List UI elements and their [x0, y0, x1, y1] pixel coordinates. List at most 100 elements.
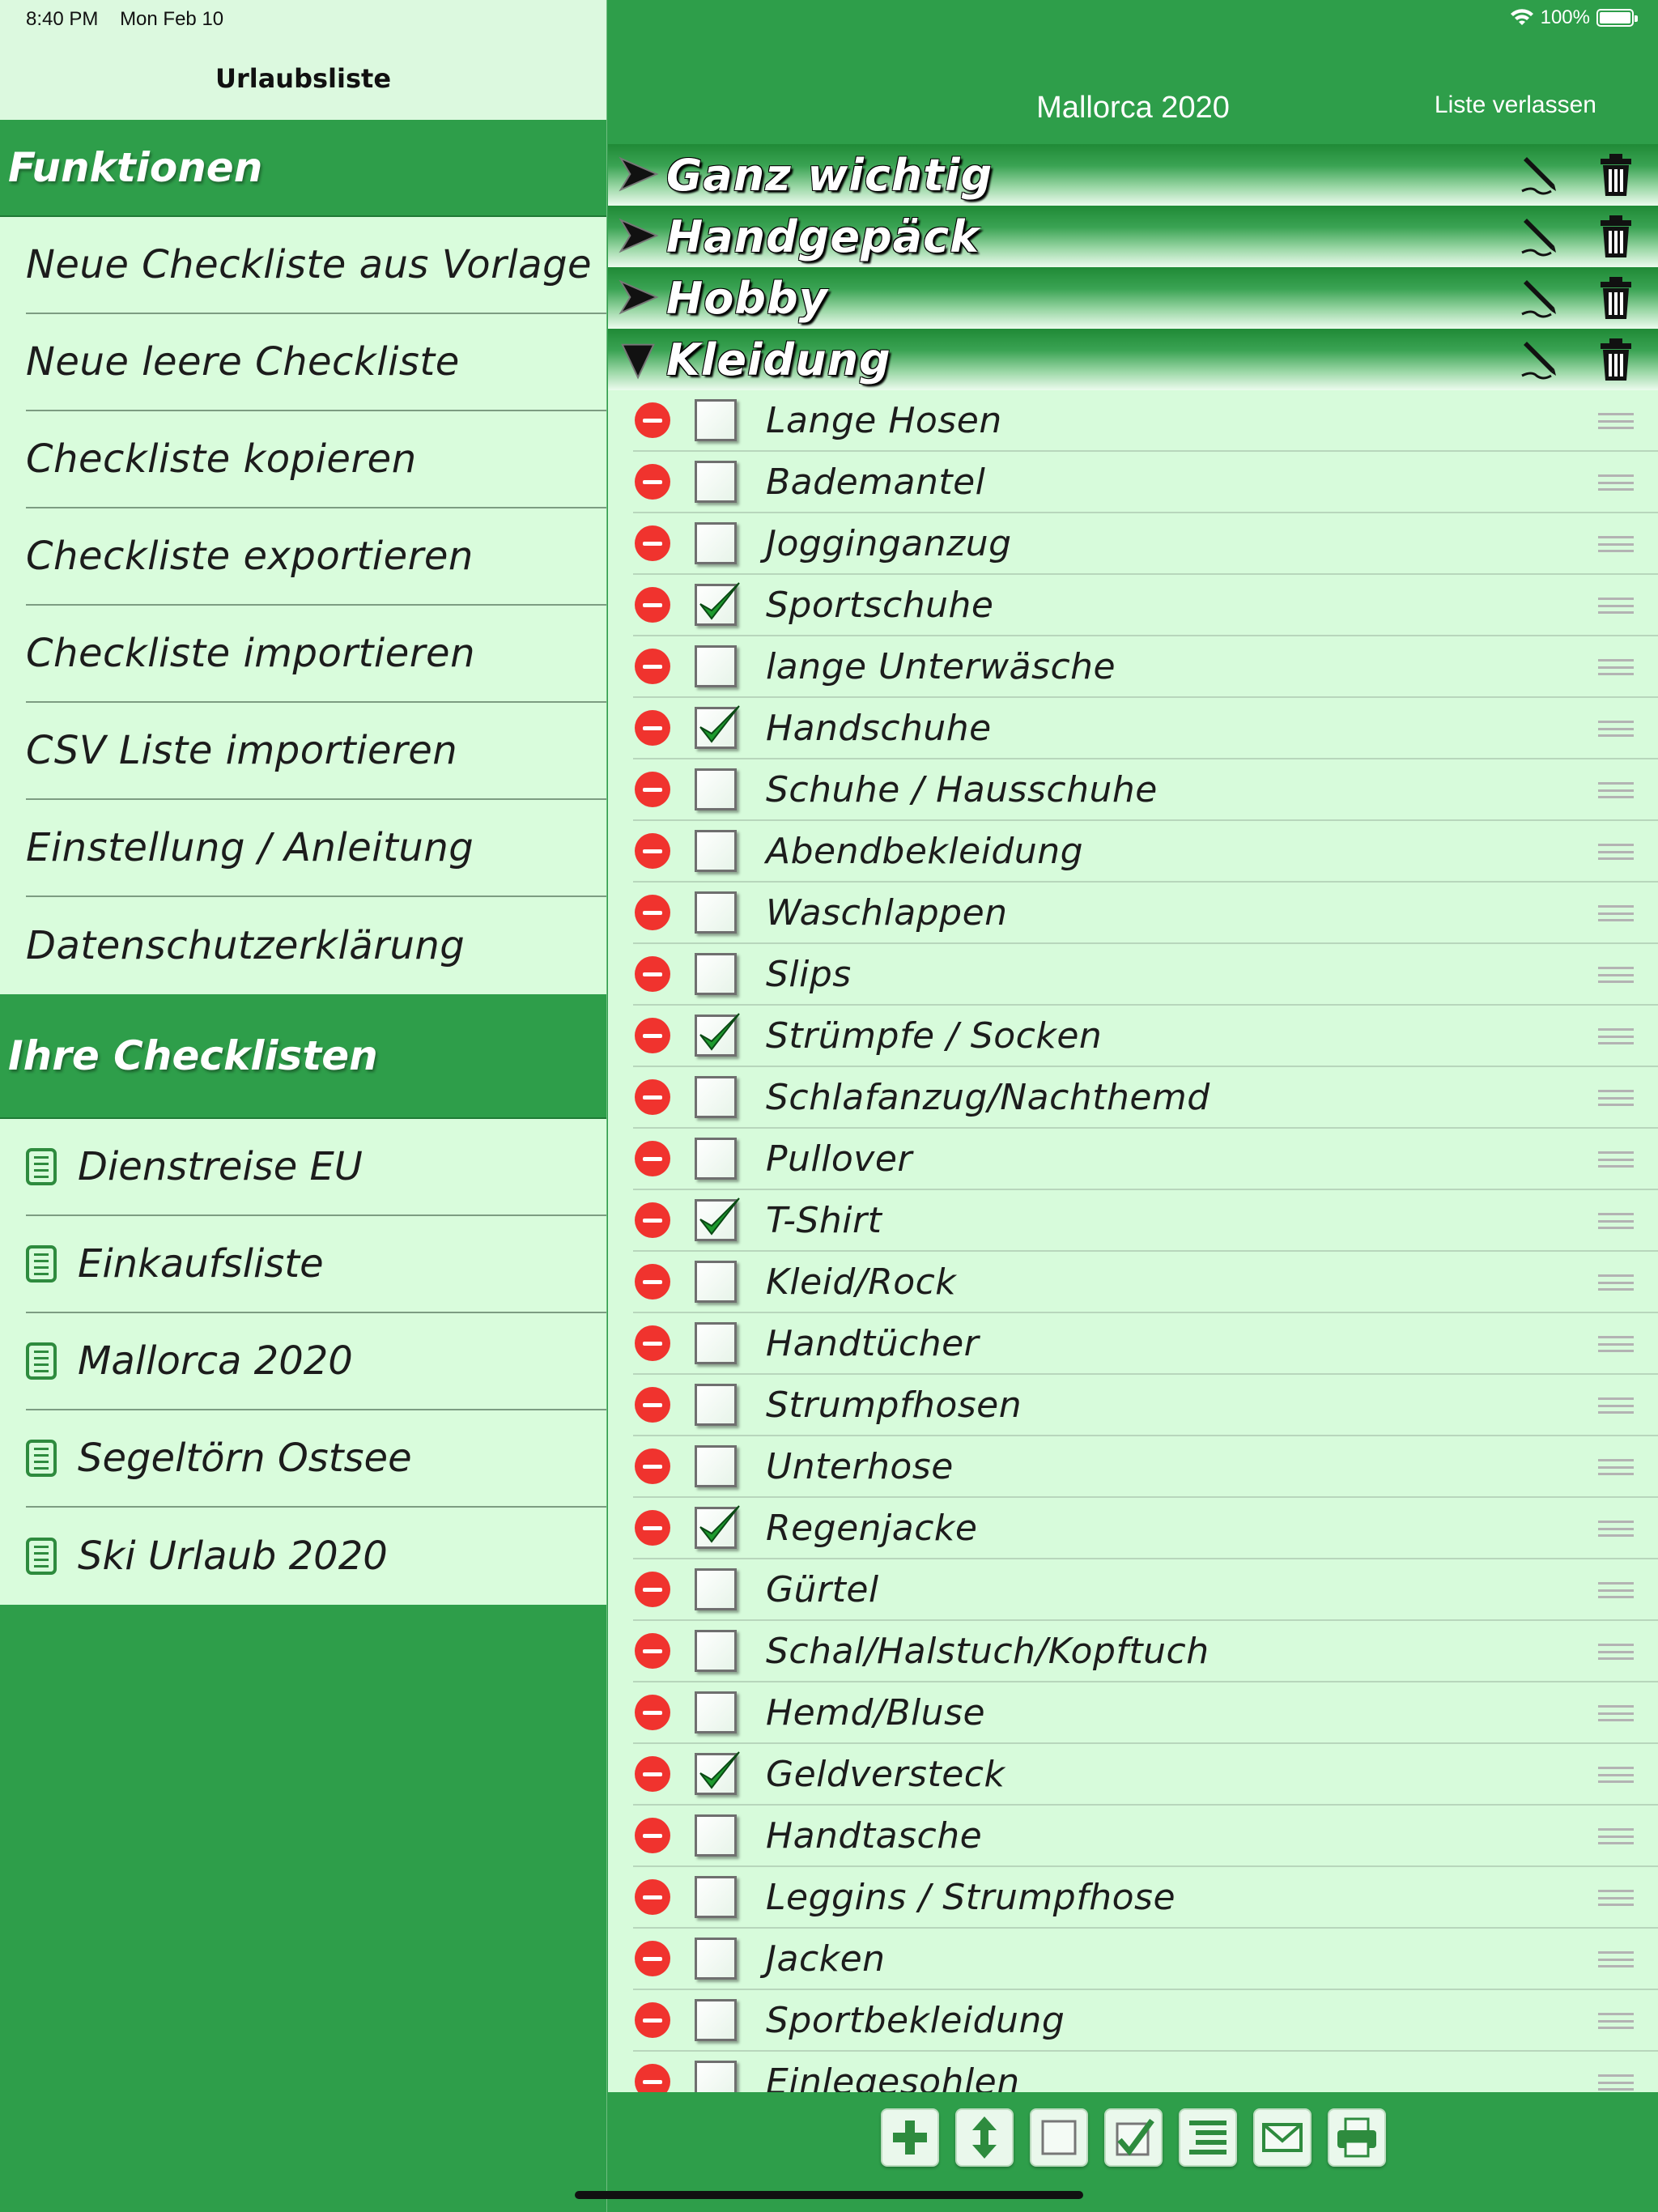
drag-handle-icon[interactable]	[1598, 1336, 1634, 1352]
menu-csv-import[interactable]: CSV Liste importieren	[26, 703, 606, 800]
delete-button[interactable]	[635, 525, 670, 561]
print-button[interactable]	[1327, 2108, 1386, 2167]
delete-button[interactable]	[635, 1325, 670, 1361]
list-item[interactable]: Schlafanzug/Nachthemd	[633, 1067, 1658, 1129]
item-checkbox[interactable]	[695, 1751, 740, 1795]
menu-settings[interactable]: Einstellung / Anleitung	[26, 800, 606, 897]
list-item[interactable]: Waschlappen	[633, 883, 1658, 944]
delete-button[interactable]	[635, 1264, 670, 1300]
delete-button[interactable]	[635, 956, 670, 992]
item-checkbox[interactable]	[695, 953, 737, 995]
delete-button[interactable]	[635, 1633, 670, 1669]
delete-button[interactable]	[635, 710, 670, 746]
drag-handle-icon[interactable]	[1598, 1274, 1634, 1291]
item-checkbox[interactable]	[695, 1445, 737, 1487]
item-checkbox[interactable]	[695, 1876, 737, 1918]
item-checkbox[interactable]	[695, 461, 737, 503]
item-checkbox[interactable]	[695, 891, 737, 934]
drag-handle-icon[interactable]	[1598, 474, 1634, 491]
menu-import[interactable]: Checkliste importieren	[26, 606, 606, 703]
category-header[interactable]: Ganz wichtig	[608, 144, 1658, 206]
item-checkbox[interactable]	[695, 1013, 740, 1057]
list-item[interactable]: Schal/Halstuch/Kopftuch	[633, 1621, 1658, 1682]
category-header[interactable]: Kleidung	[608, 329, 1658, 390]
item-checkbox[interactable]	[695, 399, 737, 441]
list-button[interactable]	[1178, 2108, 1237, 2167]
list-item[interactable]: Strumpfhosen	[633, 1375, 1658, 1436]
drag-handle-icon[interactable]	[1598, 1582, 1634, 1598]
drag-handle-icon[interactable]	[1598, 905, 1634, 921]
checklist-item[interactable]: Dienstreise EU	[26, 1119, 606, 1216]
drag-handle-icon[interactable]	[1598, 1828, 1634, 1844]
list-item[interactable]: Handtücher	[633, 1313, 1658, 1375]
drag-handle-icon[interactable]	[1598, 1890, 1634, 1906]
list-item[interactable]: Jogginganzug	[633, 513, 1658, 575]
drag-handle-icon[interactable]	[1598, 598, 1634, 614]
menu-privacy[interactable]: Datenschutzerklärung	[26, 897, 606, 994]
list-item[interactable]: Jacken	[633, 1929, 1658, 1990]
trash-icon[interactable]	[1598, 337, 1634, 382]
item-checkbox[interactable]	[695, 705, 740, 749]
delete-button[interactable]	[635, 649, 670, 684]
item-checkbox[interactable]	[695, 1322, 737, 1364]
item-checkbox[interactable]	[695, 1384, 737, 1426]
checklist-item[interactable]: Ski Urlaub 2020	[26, 1508, 606, 1605]
delete-button[interactable]	[635, 1018, 670, 1053]
item-checkbox[interactable]	[695, 1568, 737, 1610]
item-checkbox[interactable]	[695, 830, 737, 872]
leave-list-button[interactable]: Liste verlassen	[1435, 91, 1596, 119]
checklist-item[interactable]: Mallorca 2020	[26, 1313, 606, 1410]
menu-export[interactable]: Checkliste exportieren	[26, 508, 606, 606]
delete-button[interactable]	[635, 587, 670, 623]
item-checkbox[interactable]	[695, 768, 737, 810]
chevron-right-icon[interactable]	[616, 152, 661, 198]
chevron-right-icon[interactable]	[616, 214, 661, 259]
item-checkbox[interactable]	[695, 645, 737, 687]
drag-handle-icon[interactable]	[1598, 536, 1634, 552]
delete-button[interactable]	[635, 1202, 670, 1238]
drag-handle-icon[interactable]	[1598, 721, 1634, 737]
list-item[interactable]: Lange Hosen	[633, 390, 1658, 452]
item-checkbox[interactable]	[695, 1999, 737, 2041]
drag-handle-icon[interactable]	[1598, 967, 1634, 983]
item-checkbox[interactable]	[695, 1138, 737, 1180]
drag-handle-icon[interactable]	[1598, 782, 1634, 798]
item-checkbox[interactable]	[695, 1691, 737, 1733]
delete-button[interactable]	[635, 1387, 670, 1423]
sort-button[interactable]	[954, 2108, 1014, 2167]
list-item[interactable]: Gürtel	[633, 1559, 1658, 1621]
list-item[interactable]: Sportbekleidung	[633, 1990, 1658, 2052]
category-header[interactable]: Hobby	[608, 267, 1658, 329]
delete-button[interactable]	[635, 1510, 670, 1546]
pencil-icon[interactable]	[1519, 277, 1562, 321]
pencil-icon[interactable]	[1519, 215, 1562, 259]
item-checkbox[interactable]	[695, 1076, 737, 1118]
drag-handle-icon[interactable]	[1598, 1767, 1634, 1783]
item-checkbox[interactable]	[695, 1814, 737, 1857]
delete-button[interactable]	[635, 1572, 670, 1607]
list-item[interactable]: Strümpfe / Socken	[633, 1006, 1658, 1067]
delete-button[interactable]	[635, 833, 670, 869]
drag-handle-icon[interactable]	[1598, 1521, 1634, 1537]
drag-handle-icon[interactable]	[1598, 1459, 1634, 1475]
drag-handle-icon[interactable]	[1598, 1951, 1634, 1967]
drag-handle-icon[interactable]	[1598, 844, 1634, 860]
delete-button[interactable]	[635, 402, 670, 438]
delete-button[interactable]	[635, 1941, 670, 1976]
delete-button[interactable]	[635, 1756, 670, 1792]
item-checkbox[interactable]	[695, 1630, 737, 1672]
menu-copy[interactable]: Checkliste kopieren	[26, 411, 606, 508]
drag-handle-icon[interactable]	[1598, 1090, 1634, 1106]
pencil-icon[interactable]	[1519, 154, 1562, 198]
item-checkbox[interactable]	[695, 582, 740, 626]
item-checkbox[interactable]	[695, 1197, 740, 1241]
delete-button[interactable]	[635, 1079, 670, 1115]
delete-button[interactable]	[635, 1448, 670, 1484]
pencil-icon[interactable]	[1519, 338, 1562, 382]
mail-button[interactable]	[1252, 2108, 1312, 2167]
item-checkbox[interactable]	[695, 1261, 737, 1303]
drag-handle-icon[interactable]	[1598, 2013, 1634, 2029]
trash-icon[interactable]	[1598, 152, 1634, 198]
list-item[interactable]: Pullover	[633, 1129, 1658, 1190]
list-item[interactable]: Schuhe / Hausschuhe	[633, 759, 1658, 821]
